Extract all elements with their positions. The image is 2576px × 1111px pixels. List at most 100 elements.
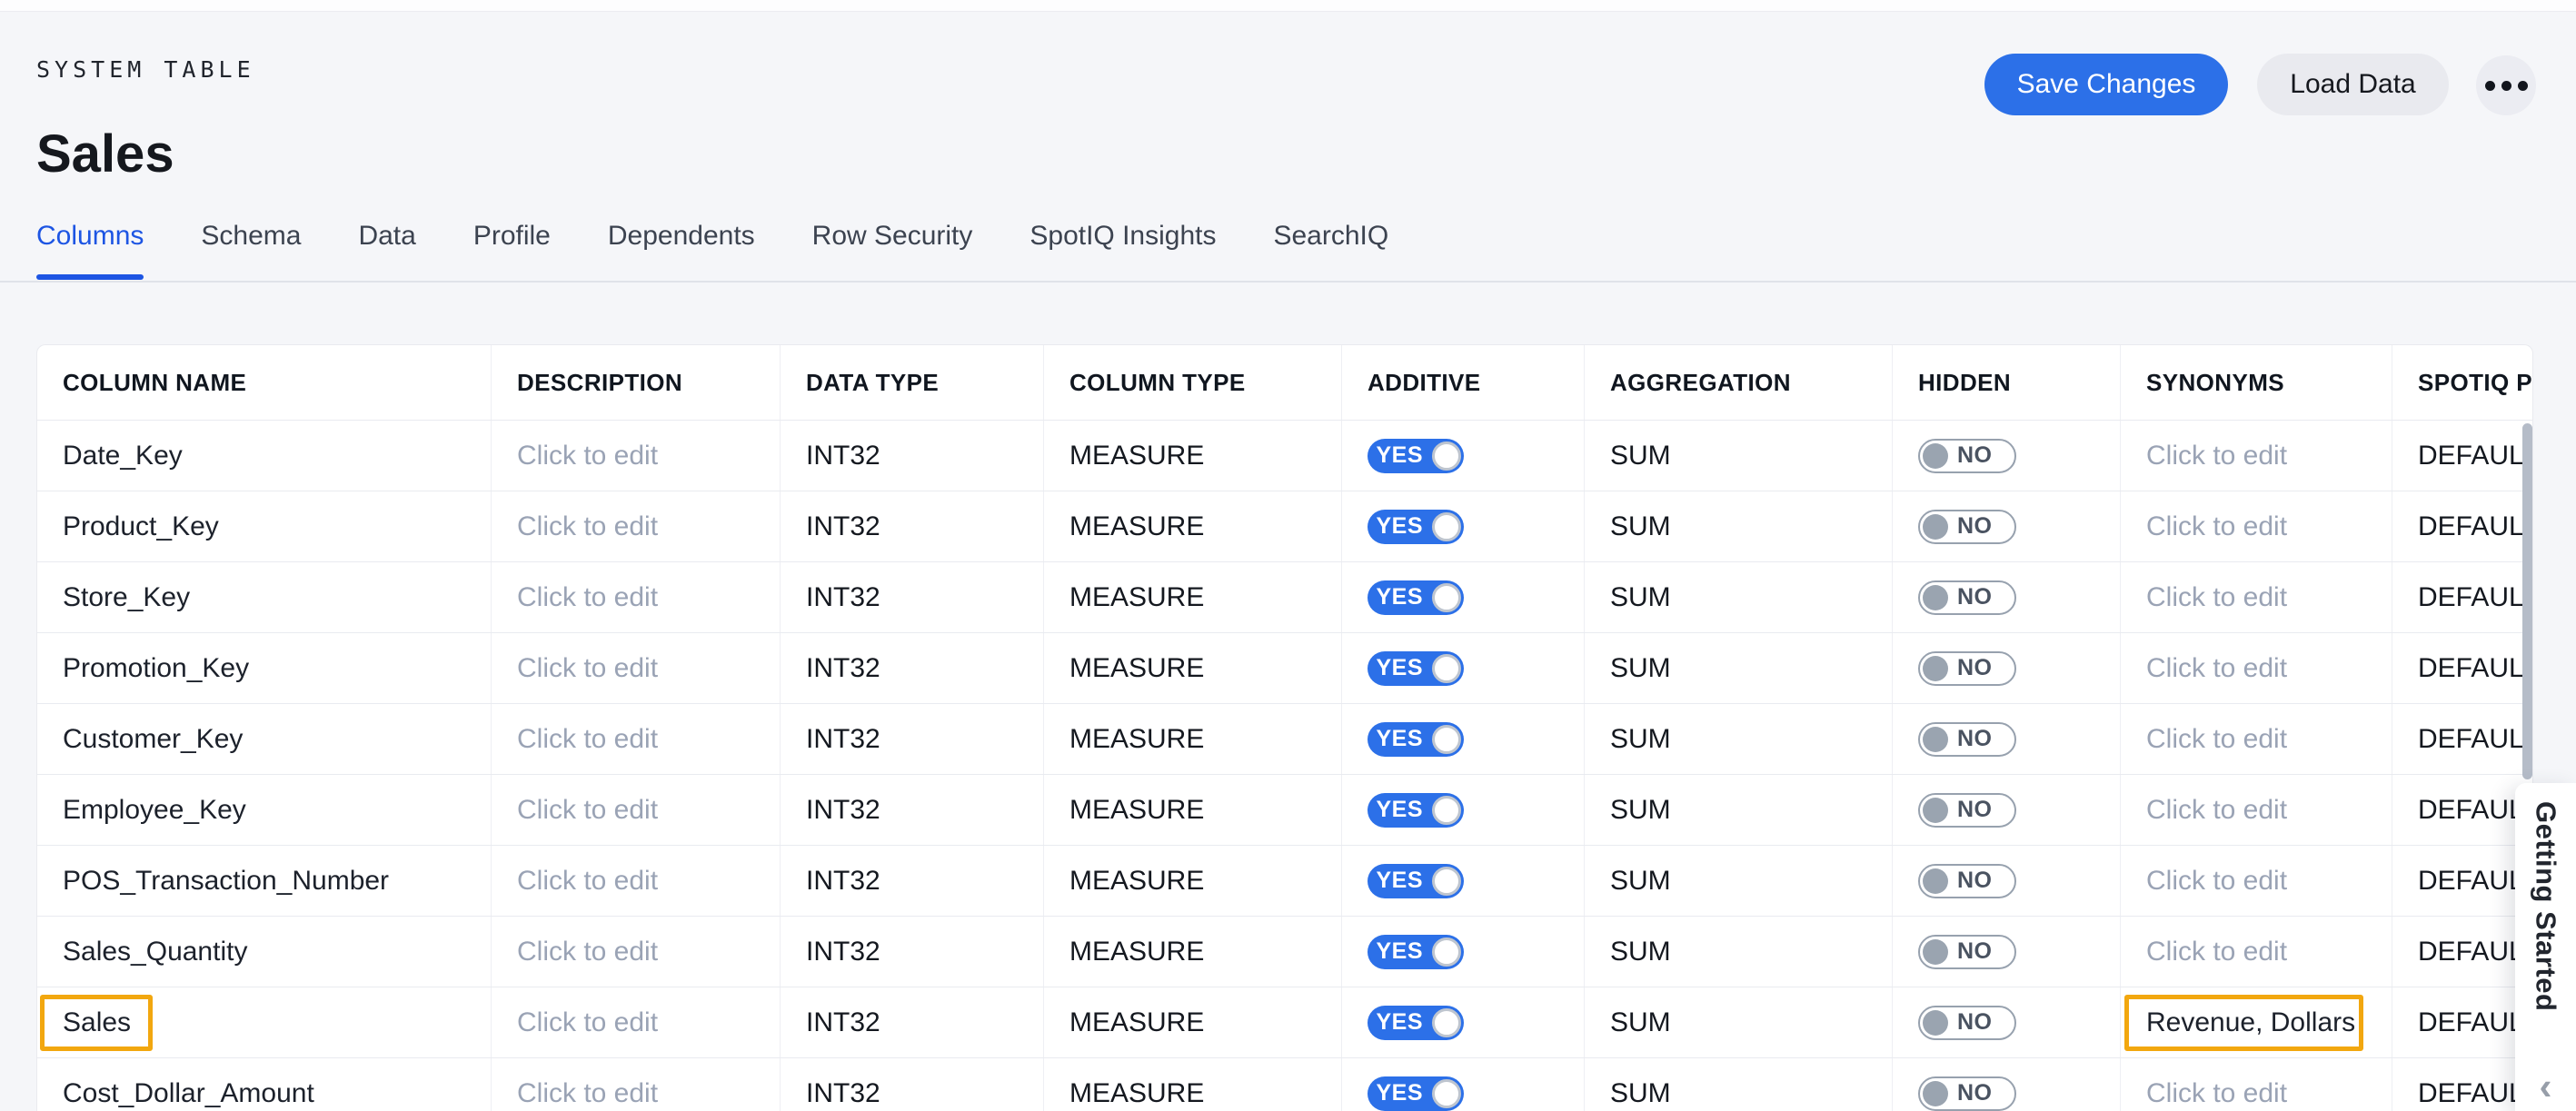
spotiq-preference-cell[interactable]: DEFAULT	[2392, 704, 2532, 774]
description-cell[interactable]: Click to edit	[492, 421, 781, 491]
data-type-cell[interactable]: INT32	[781, 633, 1044, 703]
tab-dependents[interactable]: Dependents	[608, 220, 755, 280]
hidden-toggle[interactable]: NO	[1918, 651, 2016, 686]
hidden-toggle[interactable]: NO	[1918, 722, 2016, 757]
additive-toggle[interactable]: YES	[1368, 722, 1464, 757]
hidden-toggle[interactable]: NO	[1918, 510, 2016, 544]
aggregation-cell[interactable]: SUM	[1585, 775, 1893, 845]
description-placeholder: Click to edit	[517, 582, 658, 613]
synonyms-cell[interactable]: Click to edit	[2121, 633, 2392, 703]
synonyms-cell[interactable]: Click to edit	[2121, 1058, 2392, 1111]
column-type-cell[interactable]: MEASURE	[1044, 987, 1342, 1057]
description-cell[interactable]: Click to edit	[492, 846, 781, 916]
aggregation-cell[interactable]: SUM	[1585, 562, 1893, 632]
toggle-knob	[1923, 1081, 1948, 1106]
spotiq-preference-cell[interactable]: DEFAULT	[2392, 846, 2532, 916]
synonyms-cell[interactable]: Click to edit	[2121, 917, 2392, 987]
column-type-cell[interactable]: MEASURE	[1044, 421, 1342, 491]
more-options-button[interactable]	[2476, 55, 2536, 115]
aggregation-cell[interactable]: SUM	[1585, 633, 1893, 703]
description-cell[interactable]: Click to edit	[492, 917, 781, 987]
additive-toggle[interactable]: YES	[1368, 1076, 1464, 1111]
load-data-button[interactable]: Load Data	[2257, 54, 2449, 115]
hidden-toggle[interactable]: NO	[1918, 1006, 2016, 1040]
chevron-left-icon[interactable]: ‹	[2515, 1067, 2576, 1106]
description-cell[interactable]: Click to edit	[492, 491, 781, 561]
tab-schema[interactable]: Schema	[201, 220, 301, 280]
tab-data[interactable]: Data	[358, 220, 415, 280]
column-type-cell[interactable]: MEASURE	[1044, 562, 1342, 632]
tab-row-security[interactable]: Row Security	[812, 220, 973, 280]
hidden-toggle[interactable]: NO	[1918, 935, 2016, 969]
description-cell[interactable]: Click to edit	[492, 633, 781, 703]
column-type-cell[interactable]: MEASURE	[1044, 704, 1342, 774]
synonyms-cell[interactable]: Click to edit	[2121, 846, 2392, 916]
save-changes-button[interactable]: Save Changes	[1984, 54, 2228, 115]
spotiq-preference-cell[interactable]: DEFAULT	[2392, 987, 2532, 1057]
additive-toggle[interactable]: YES	[1368, 439, 1464, 473]
hidden-toggle[interactable]: NO	[1918, 1076, 2016, 1111]
column-type-cell[interactable]: MEASURE	[1044, 491, 1342, 561]
additive-toggle[interactable]: YES	[1368, 580, 1464, 615]
description-cell[interactable]: Click to edit	[492, 775, 781, 845]
aggregation-cell[interactable]: SUM	[1585, 917, 1893, 987]
aggregation-cell[interactable]: SUM	[1585, 846, 1893, 916]
aggregation-cell[interactable]: SUM	[1585, 421, 1893, 491]
data-type-cell[interactable]: INT32	[781, 846, 1044, 916]
vertical-scrollbar-thumb[interactable]	[2522, 423, 2532, 779]
spotiq-preference-cell[interactable]: DEFAULT	[2392, 562, 2532, 632]
synonyms-cell[interactable]: Click to edit	[2121, 491, 2392, 561]
description-placeholder: Click to edit	[517, 795, 658, 826]
additive-toggle[interactable]: YES	[1368, 1006, 1464, 1040]
additive-toggle[interactable]: YES	[1368, 793, 1464, 828]
description-cell[interactable]: Click to edit	[492, 704, 781, 774]
description-cell[interactable]: Click to edit	[492, 1058, 781, 1111]
column-type-cell[interactable]: MEASURE	[1044, 1058, 1342, 1111]
tab-spotiq-insights[interactable]: SpotIQ Insights	[1029, 220, 1216, 280]
synonyms-cell[interactable]: Click to edit	[2121, 562, 2392, 632]
aggregation-cell[interactable]: SUM	[1585, 1058, 1893, 1111]
column-type-value: MEASURE	[1069, 937, 1204, 967]
column-type-cell[interactable]: MEASURE	[1044, 917, 1342, 987]
description-cell[interactable]: Click to edit	[492, 987, 781, 1057]
hidden-toggle[interactable]: NO	[1918, 864, 2016, 898]
data-type-cell[interactable]: INT32	[781, 421, 1044, 491]
description-cell[interactable]: Click to edit	[492, 562, 781, 632]
tab-columns[interactable]: Columns	[36, 220, 144, 280]
synonyms-cell[interactable]: Click to edit	[2121, 421, 2392, 491]
aggregation-cell[interactable]: SUM	[1585, 704, 1893, 774]
additive-toggle[interactable]: YES	[1368, 510, 1464, 544]
hidden-toggle[interactable]: NO	[1918, 439, 2016, 473]
data-type-cell[interactable]: INT32	[781, 917, 1044, 987]
spotiq-preference-cell[interactable]: DEFAULT	[2392, 421, 2532, 491]
getting-started-panel[interactable]: Getting Started ‹	[2515, 783, 2576, 1111]
data-type-cell[interactable]: INT32	[781, 1058, 1044, 1111]
synonyms-cell[interactable]: Revenue, Dollars	[2121, 987, 2392, 1057]
column-type-cell[interactable]: MEASURE	[1044, 633, 1342, 703]
hidden-toggle[interactable]: NO	[1918, 580, 2016, 615]
hidden-toggle[interactable]: NO	[1918, 793, 2016, 828]
additive-toggle[interactable]: YES	[1368, 651, 1464, 686]
tab-searchiq[interactable]: SearchIQ	[1273, 220, 1388, 280]
data-type-cell[interactable]: INT32	[781, 775, 1044, 845]
column-header-name: COLUMN NAME	[37, 345, 492, 420]
data-type-cell[interactable]: INT32	[781, 987, 1044, 1057]
spotiq-preference-cell[interactable]: DEFAULT	[2392, 917, 2532, 987]
synonyms-cell[interactable]: Click to edit	[2121, 775, 2392, 845]
spotiq-preference-cell[interactable]: DEFAULT	[2392, 491, 2532, 561]
column-header-data-type: DATA TYPE	[781, 345, 1044, 420]
tab-profile[interactable]: Profile	[473, 220, 551, 280]
aggregation-cell[interactable]: SUM	[1585, 491, 1893, 561]
additive-toggle[interactable]: YES	[1368, 935, 1464, 969]
data-type-cell[interactable]: INT32	[781, 562, 1044, 632]
data-type-cell[interactable]: INT32	[781, 491, 1044, 561]
additive-toggle[interactable]: YES	[1368, 864, 1464, 898]
column-type-cell[interactable]: MEASURE	[1044, 775, 1342, 845]
spotiq-preference-cell[interactable]: DEFAULT	[2392, 775, 2532, 845]
spotiq-preference-cell[interactable]: DEFAULT	[2392, 633, 2532, 703]
column-type-cell[interactable]: MEASURE	[1044, 846, 1342, 916]
synonyms-cell[interactable]: Click to edit	[2121, 704, 2392, 774]
spotiq-preference-cell[interactable]: DEFAULT	[2392, 1058, 2532, 1111]
data-type-cell[interactable]: INT32	[781, 704, 1044, 774]
aggregation-cell[interactable]: SUM	[1585, 987, 1893, 1057]
